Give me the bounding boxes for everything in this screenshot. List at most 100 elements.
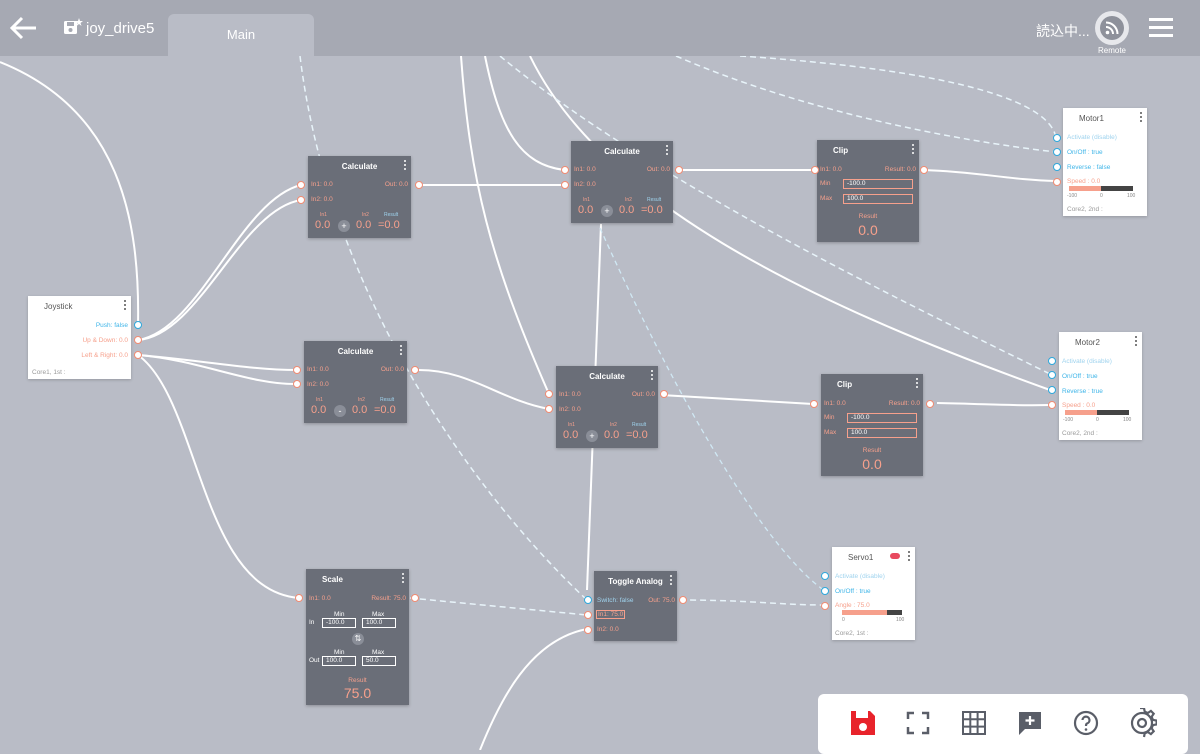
onoff-port[interactable] — [821, 587, 829, 595]
onoff-port[interactable] — [1053, 148, 1061, 156]
calculate-node-4[interactable]: Calculate In1: 0.0 In2: 0.0 Out: 0.0 In1… — [556, 366, 658, 448]
result-port[interactable] — [926, 400, 934, 408]
operator-button[interactable]: + — [338, 220, 350, 232]
tick-min: -100 — [1067, 193, 1078, 199]
in2-port[interactable] — [584, 626, 592, 634]
node-menu-icon[interactable] — [665, 145, 669, 157]
remote-button[interactable] — [1095, 11, 1129, 45]
push-port[interactable] — [134, 321, 142, 329]
toggle-analog-node[interactable]: Toggle Analog Switch: false Out: 75.0 In… — [594, 571, 677, 641]
activate-port[interactable] — [821, 572, 829, 580]
activate-port[interactable] — [1048, 357, 1056, 365]
node-menu-icon[interactable] — [401, 573, 405, 585]
result-port-label: Result: 0.0 — [884, 166, 916, 173]
speed-port[interactable] — [1053, 178, 1061, 186]
motor1-node[interactable]: Motor1 Activate (disable) On/Off : true … — [1063, 108, 1147, 216]
wire — [675, 55, 1057, 153]
min-input[interactable]: -100.0 — [843, 179, 913, 189]
help-icon[interactable] — [1071, 708, 1101, 738]
node-menu-icon[interactable] — [123, 300, 127, 312]
operator-button[interactable]: + — [601, 205, 613, 217]
swap-icon[interactable]: ⇅ — [352, 633, 364, 645]
node-menu-icon[interactable] — [1134, 336, 1138, 348]
in1-port[interactable] — [293, 366, 301, 374]
reverse-port[interactable] — [1053, 163, 1061, 171]
in2-port[interactable] — [545, 405, 553, 413]
out-port[interactable] — [679, 596, 687, 604]
out-port[interactable] — [675, 166, 683, 174]
max-input[interactable]: 100.0 — [847, 428, 917, 438]
operator-button[interactable]: + — [586, 430, 598, 442]
in1-port[interactable] — [295, 594, 303, 602]
angle-port[interactable] — [821, 602, 829, 610]
clip-node-2[interactable]: Clip In1: 0.0 Result: 0.0 Min -100.0 Max… — [821, 374, 923, 476]
calculate-node-2[interactable]: Calculate In1: 0.0 In2: 0.0 Out: 0.0 In1… — [304, 341, 407, 423]
in1-port[interactable] — [561, 166, 569, 174]
out-port[interactable] — [415, 181, 423, 189]
scale-node[interactable]: Scale In1: 0.0 Result: 75.0 Min Max In -… — [306, 569, 409, 705]
node-menu-icon[interactable] — [403, 160, 407, 172]
result-port-label: Result: 75.0 — [371, 595, 406, 602]
node-menu-icon[interactable] — [669, 575, 673, 587]
in1-port[interactable] — [584, 611, 592, 619]
hamburger-menu-icon[interactable] — [1148, 16, 1174, 40]
node-menu-icon[interactable] — [399, 345, 403, 357]
save-icon[interactable] — [848, 708, 878, 738]
out-port[interactable] — [660, 390, 668, 398]
tab-main[interactable]: Main — [168, 14, 314, 56]
node-menu-icon[interactable] — [650, 370, 654, 382]
wire — [679, 599, 826, 606]
node-menu-icon[interactable] — [915, 378, 919, 390]
clip-node-1[interactable]: Clip In1: 0.0 Result: 0.0 Min -100.0 Max… — [817, 140, 919, 242]
result-port[interactable] — [411, 594, 419, 602]
max-input[interactable]: 100.0 — [843, 194, 913, 204]
out-port[interactable] — [411, 366, 419, 374]
node-menu-icon[interactable] — [911, 144, 915, 156]
in1-port[interactable] — [297, 181, 305, 189]
add-comment-icon[interactable] — [1015, 708, 1045, 738]
in1-port[interactable] — [545, 390, 553, 398]
wire — [0, 61, 140, 326]
result-label: Result — [858, 213, 878, 220]
out-min-input[interactable]: 100.0 — [322, 656, 356, 666]
angle-bar — [842, 610, 902, 615]
reverse-port[interactable] — [1048, 386, 1056, 394]
out-max-input[interactable]: 50.0 — [362, 656, 396, 666]
switch-port[interactable] — [584, 596, 592, 604]
onoff-port[interactable] — [1048, 371, 1056, 379]
calculate-node-1[interactable]: Calculate In1: 0.0 In2: 0.0 Out: 0.0 In1… — [308, 156, 411, 238]
tick-min: -100 — [1063, 417, 1074, 423]
back-arrow-icon[interactable] — [8, 12, 40, 44]
leftright-port[interactable] — [134, 351, 142, 359]
grid-icon[interactable] — [959, 708, 989, 738]
core-label: Core2, 2nd : — [1062, 430, 1098, 437]
in2-header: In2 — [362, 212, 369, 218]
settings-icon[interactable] — [1127, 706, 1158, 738]
activate-label: Activate (disable) — [835, 573, 885, 580]
in2-port[interactable] — [561, 181, 569, 189]
servo1-node[interactable]: Servo1 Activate (disable) On/Off : true … — [832, 547, 915, 640]
in2-port[interactable] — [293, 380, 301, 388]
speed-port[interactable] — [1048, 401, 1056, 409]
in1-header: In1 — [568, 422, 575, 428]
out-label: Out: 0.0 — [384, 181, 408, 188]
motor2-node[interactable]: Motor2 Activate (disable) On/Off : true … — [1059, 332, 1142, 440]
calculate-node-3[interactable]: Calculate In1: 0.0 In2: 0.0 Out: 0.0 In1… — [571, 141, 673, 223]
wire — [299, 55, 588, 601]
result-port[interactable] — [920, 166, 928, 174]
operator-button[interactable]: - — [334, 405, 346, 417]
in2-port[interactable] — [297, 196, 305, 204]
in1-port[interactable] — [810, 400, 818, 408]
speed-fill — [1069, 186, 1101, 191]
updown-port[interactable] — [134, 336, 142, 344]
in1-port[interactable] — [811, 166, 819, 174]
activate-port[interactable] — [1053, 134, 1061, 142]
fullscreen-icon[interactable] — [903, 708, 933, 738]
min-input[interactable]: -100.0 — [847, 413, 917, 423]
joystick-node[interactable]: Joystick Push: false Up & Down: 0.0 Left… — [28, 296, 131, 379]
node-menu-icon[interactable] — [1139, 112, 1143, 124]
node-menu-icon[interactable] — [907, 551, 911, 563]
out-max-header: Max — [372, 649, 385, 656]
in-min-input[interactable]: -100.0 — [322, 618, 356, 628]
in-max-input[interactable]: 100.0 — [362, 618, 396, 628]
